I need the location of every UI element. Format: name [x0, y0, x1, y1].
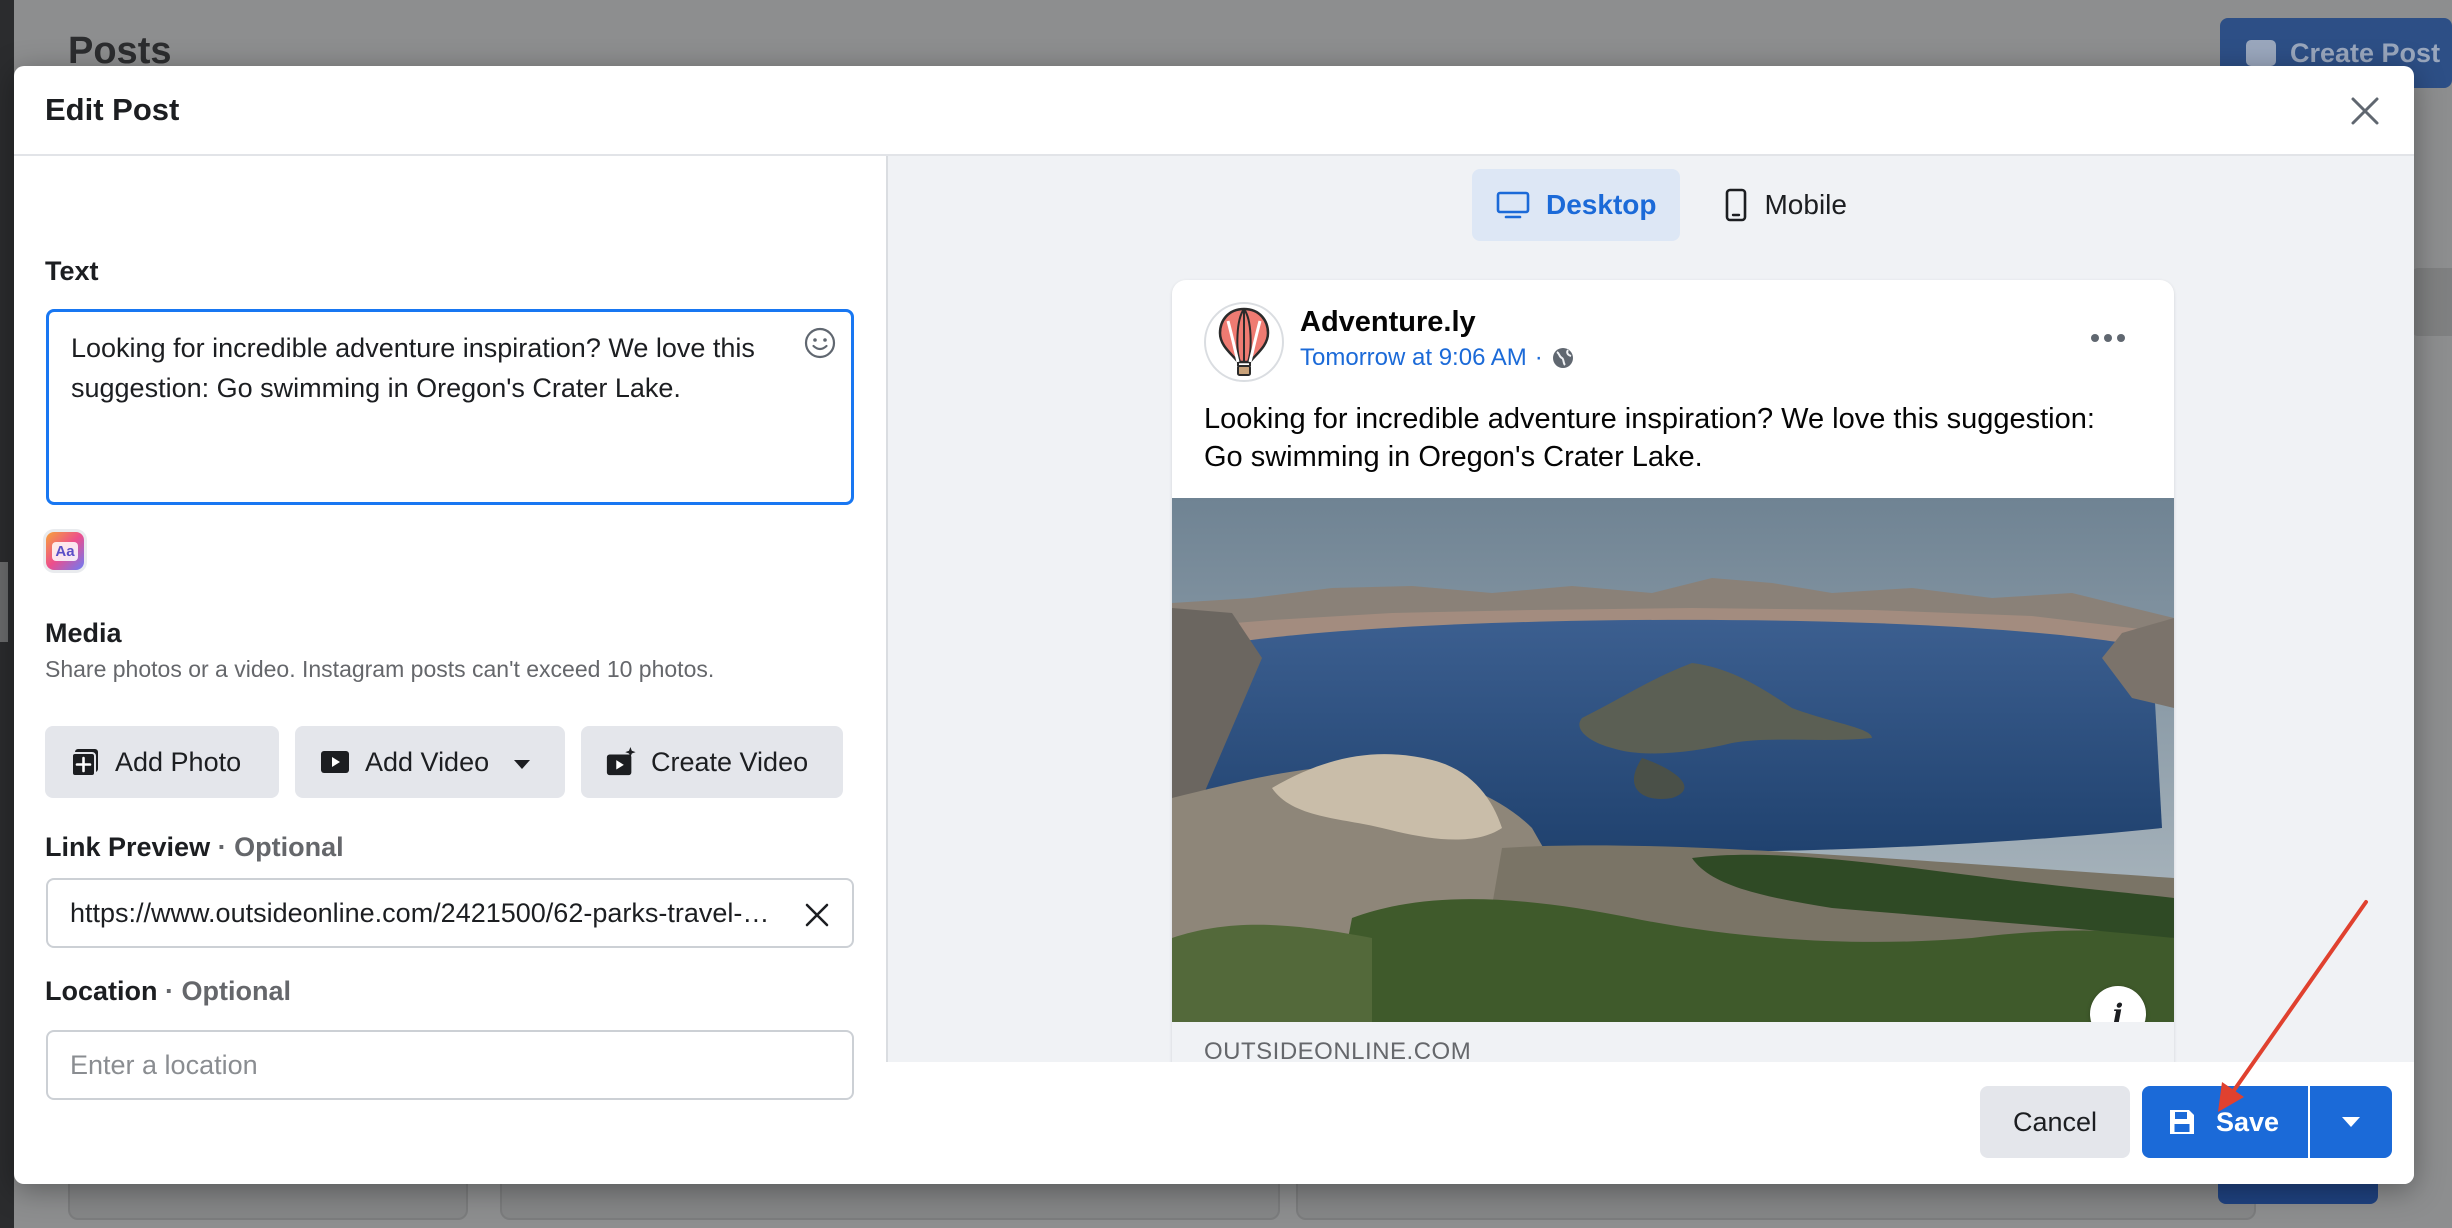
desktop-icon [1496, 191, 1530, 219]
close-icon [2351, 97, 2379, 125]
save-options-dropdown[interactable] [2310, 1086, 2392, 1158]
media-help-text: Share photos or a video. Instagram posts… [45, 656, 715, 682]
optional-tag: Optional [234, 832, 344, 862]
dialog-title: Edit Post [45, 92, 180, 127]
post-editor-panel: Text Looking for incredible adventure in… [14, 156, 888, 1100]
tab-desktop[interactable]: Desktop [1472, 169, 1681, 241]
save-icon [2170, 1110, 2194, 1134]
mobile-icon [1726, 188, 1747, 222]
background-left-tab [0, 562, 8, 642]
chevron-down-icon [2342, 1117, 2360, 1127]
cancel-button[interactable]: Cancel [1980, 1086, 2130, 1158]
clear-link-button[interactable] [800, 898, 834, 932]
location-title: Location [45, 976, 158, 1006]
add-photo-icon [69, 746, 101, 778]
text-format-label: Aa [52, 541, 78, 561]
separator: · [1534, 344, 1543, 371]
video-icon [319, 746, 351, 778]
tab-mobile-label: Mobile [1764, 189, 1847, 220]
link-preview-label: Link Preview · Optional [45, 832, 344, 863]
link-preview-input[interactable]: https://www.outsideonline.com/2421500/62… [46, 878, 854, 948]
post-text-input[interactable]: Looking for incredible adventure inspira… [46, 309, 854, 505]
smiley-icon [804, 327, 836, 359]
media-section-label: Media [45, 618, 122, 648]
separator: · [165, 976, 175, 1006]
text-format-button[interactable]: Aa [46, 532, 84, 570]
post-preview-panel: Desktop Mobile Adventure.ly Tomorrow at … [888, 156, 2414, 1062]
create-video-label: Create Video [651, 746, 809, 777]
post-preview-card: Adventure.ly Tomorrow at 9:06 AM · Looki… [1172, 280, 2174, 1062]
location-input[interactable] [46, 1030, 854, 1100]
post-icon [2246, 40, 2276, 66]
background-create-post-label: Create Post [2290, 37, 2441, 68]
page-name: Adventure.ly [1300, 306, 1476, 338]
post-time-text: Tomorrow at 9:06 AM [1300, 344, 1527, 371]
post-text-value: Looking for incredible adventure inspira… [71, 333, 755, 403]
post-preview-text: Looking for incredible adventure inspira… [1204, 403, 2095, 473]
tab-mobile[interactable]: Mobile [1700, 169, 1870, 241]
separator: · [217, 832, 227, 862]
preview-mode-toggle: Desktop Mobile [1472, 169, 1871, 241]
add-photo-label: Add Photo [115, 746, 242, 777]
crater-lake-photo [1172, 498, 2174, 1022]
emoji-button[interactable] [803, 326, 837, 360]
dialog-header: Edit Post [14, 66, 2414, 156]
add-video-label: Add Video [365, 746, 490, 777]
more-dots-icon [2091, 334, 2125, 342]
link-domain: OUTSIDEONLINE.COM [1172, 1022, 2174, 1062]
hot-air-balloon-icon [1218, 307, 1270, 376]
background-side-tab [2412, 268, 2452, 336]
post-time: Tomorrow at 9:06 AM · [1300, 344, 1575, 372]
edit-post-dialog: Edit Post Text Looking for incredible ad… [14, 66, 2414, 1184]
avatar [1204, 302, 1284, 382]
create-video-button[interactable]: Create Video [581, 726, 843, 798]
chevron-down-icon [513, 747, 531, 778]
add-video-button[interactable]: Add Video [295, 726, 565, 798]
dialog-footer: Cancel Save [888, 1062, 2414, 1184]
more-options-button[interactable] [2088, 328, 2128, 348]
tab-desktop-label: Desktop [1546, 189, 1657, 220]
text-section-label: Text [45, 256, 99, 286]
close-button[interactable] [2342, 88, 2388, 134]
optional-tag: Optional [181, 976, 292, 1006]
media-buttons: Add Photo Add Video Create Video [45, 726, 843, 798]
link-preview-value: https://www.outsideonline.com/2421500/62… [70, 897, 770, 928]
save-label: Save [2216, 1106, 2280, 1137]
close-icon [805, 903, 829, 927]
globe-icon [1552, 348, 1573, 368]
location-label: Location · Optional [45, 976, 291, 1007]
add-photo-button[interactable]: Add Photo [45, 726, 279, 798]
save-button[interactable]: Save [2142, 1086, 2308, 1158]
create-video-icon [605, 746, 637, 778]
link-preview-title: Link Preview [45, 832, 211, 862]
